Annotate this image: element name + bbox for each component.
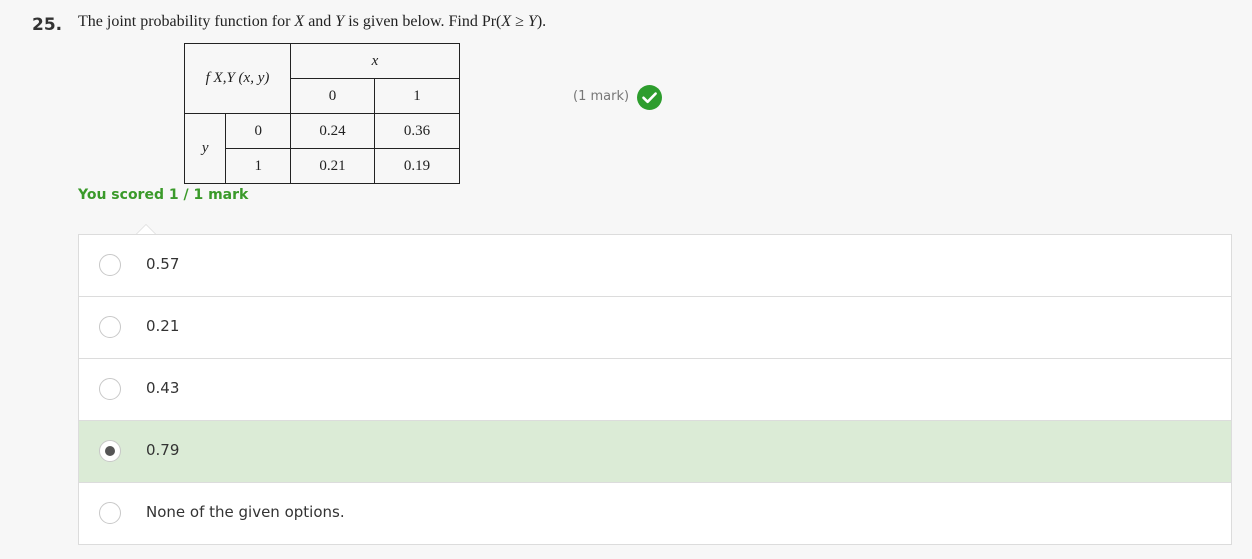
check-circle-icon — [637, 85, 662, 110]
radio-button-selected[interactable] — [99, 440, 121, 462]
answer-options: 0.57 0.21 0.43 0.79 None of the given op… — [78, 234, 1232, 545]
option-0.21[interactable]: 0.21 — [79, 297, 1231, 359]
table-x-label: x — [290, 43, 460, 79]
question-text: The joint probability function for X and… — [78, 13, 546, 31]
table-cell: 0.19 — [374, 148, 460, 184]
table-y-label: y — [183, 113, 227, 184]
option-0.79[interactable]: 0.79 — [79, 421, 1231, 483]
table-cell: 0.24 — [290, 113, 375, 149]
joint-probability-table: f X,Y (x, y) x 0 1 y 0 0.24 0.36 1 0.21 … — [183, 43, 460, 184]
option-label: 0.21 — [146, 317, 180, 335]
option-label: 0.79 — [146, 441, 180, 459]
radio-button[interactable] — [99, 502, 121, 524]
table-y-value: 1 — [225, 148, 291, 184]
option-0.57[interactable]: 0.57 — [79, 235, 1231, 297]
variable-x: X — [294, 13, 305, 30]
table-y-value: 0 — [225, 113, 291, 149]
options-pointer — [136, 224, 156, 234]
table-cell: 0.36 — [374, 113, 460, 149]
table-x-value: 1 — [374, 78, 460, 114]
question-text-and: and — [304, 13, 336, 30]
score-message: You scored 1 / 1 mark — [78, 187, 249, 203]
question-text-end: ). — [536, 13, 547, 30]
table-header-fxy: f X,Y (x, y) — [184, 43, 291, 114]
option-none[interactable]: None of the given options. — [79, 483, 1231, 544]
option-label: 0.57 — [146, 255, 180, 273]
radio-dot-icon — [105, 446, 115, 456]
marks-label: (1 mark) — [573, 89, 630, 104]
option-0.43[interactable]: 0.43 — [79, 359, 1231, 421]
question-expression: X ≥ Y — [501, 13, 537, 30]
table-cell: 0.21 — [290, 148, 375, 184]
radio-button[interactable] — [99, 316, 121, 338]
question-text-intro: The joint probability function for — [78, 13, 295, 30]
question-number: 25. — [32, 15, 63, 35]
radio-button[interactable] — [99, 378, 121, 400]
radio-button[interactable] — [99, 254, 121, 276]
option-label: None of the given options. — [146, 503, 345, 521]
question-text-find: is given below. Find Pr( — [344, 13, 502, 30]
variable-y: Y — [335, 13, 345, 30]
option-label: 0.43 — [146, 379, 180, 397]
table-x-value: 0 — [290, 78, 375, 114]
